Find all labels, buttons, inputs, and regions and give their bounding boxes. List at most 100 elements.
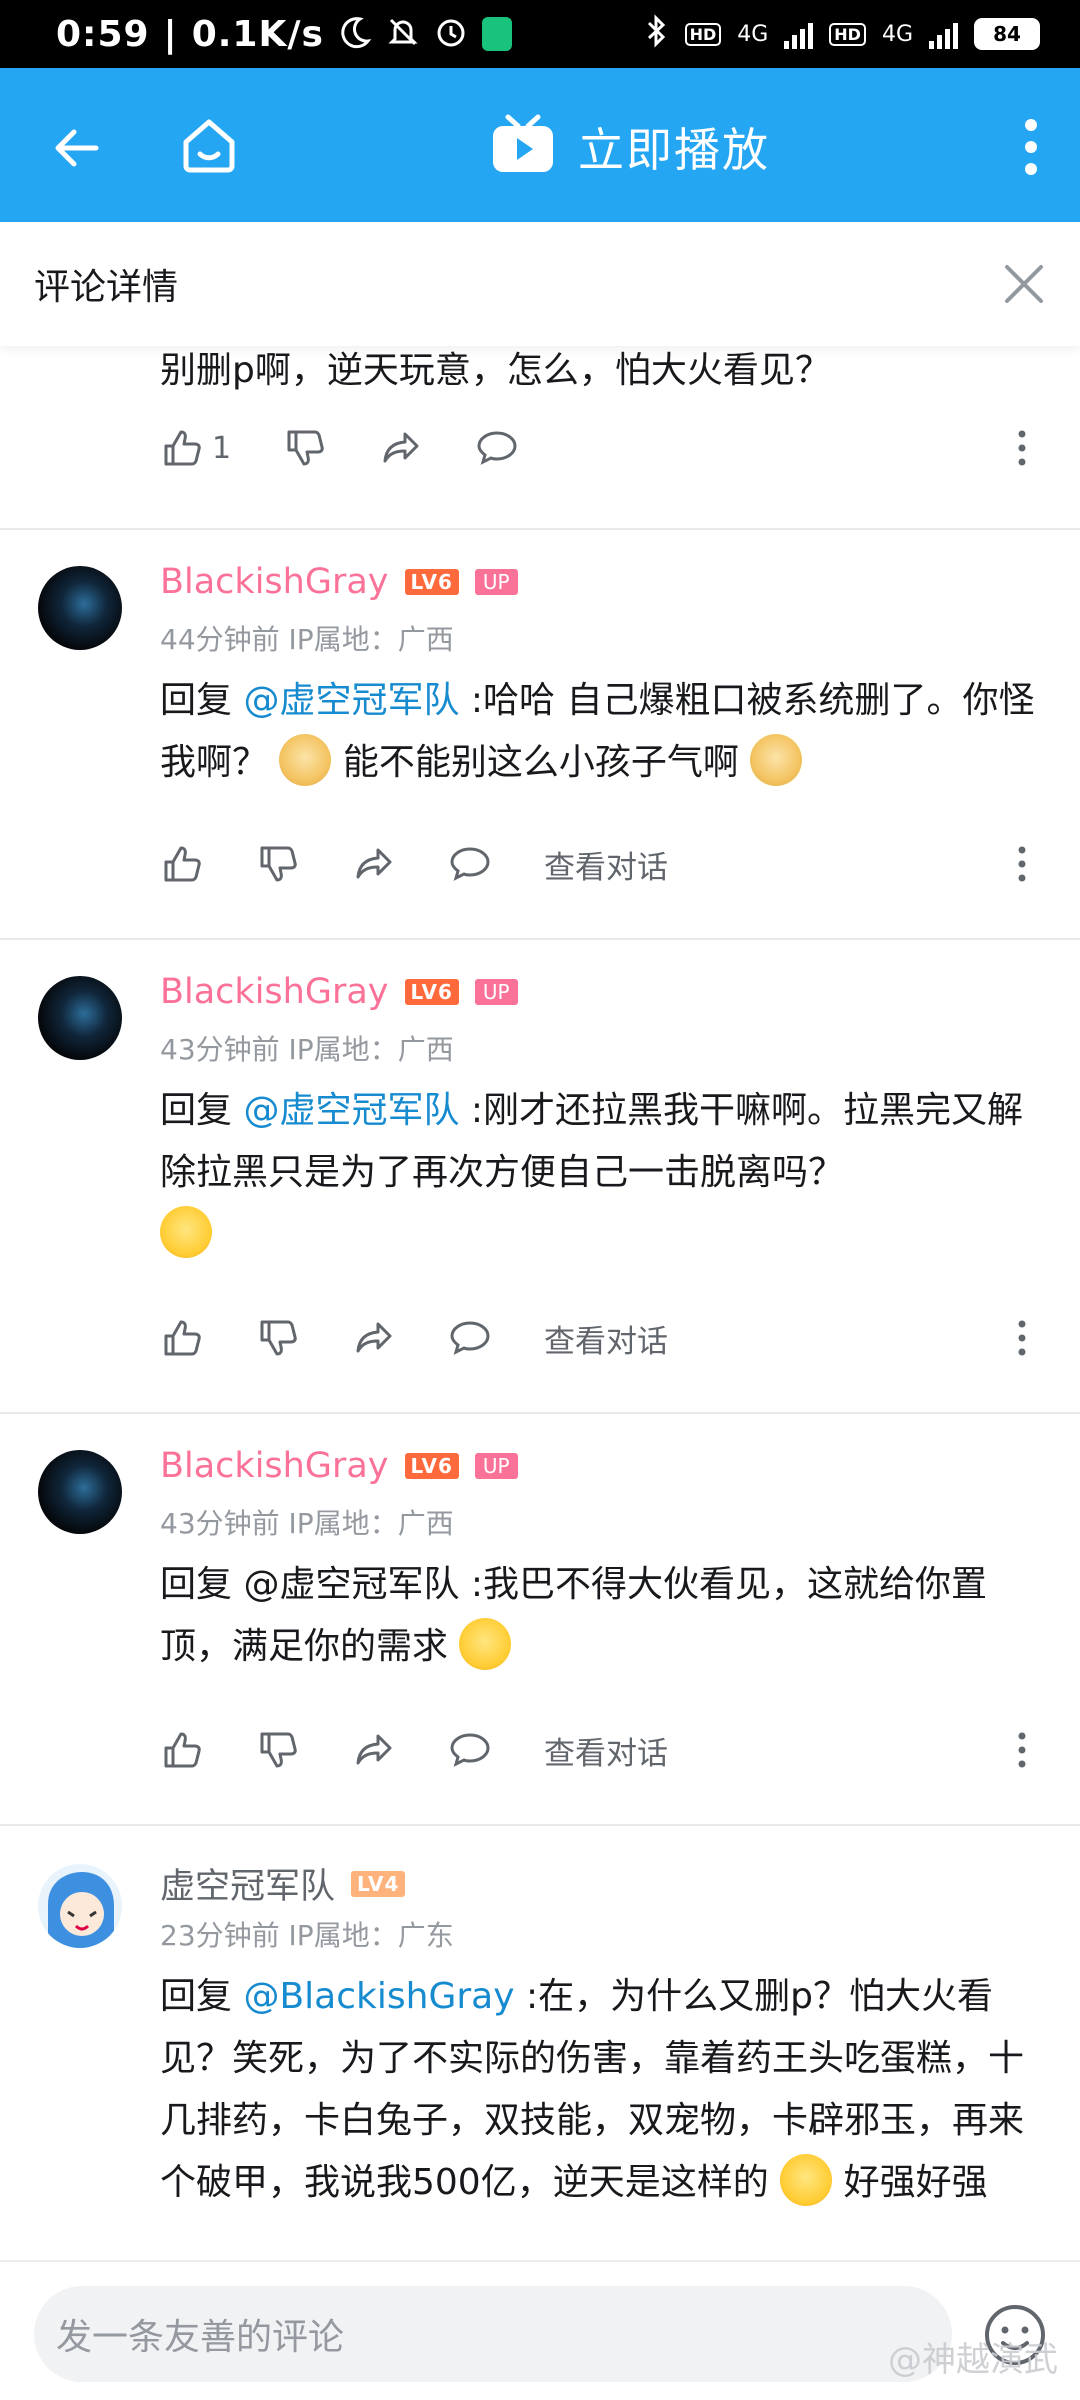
share-button[interactable] [352,1728,396,1772]
share-icon [383,432,419,463]
username[interactable]: BlackishGray [160,1446,389,1486]
hd-badge-1: HD [684,22,722,46]
username[interactable]: BlackishGray [160,562,389,602]
dislike-button[interactable] [256,842,300,886]
thumb-down-icon [260,1732,297,1768]
mention-link[interactable]: @虚空冠军队 [243,680,459,721]
thumb-down-icon [260,1320,297,1356]
comment-input[interactable]: 发一条友善的评论 [34,2286,952,2382]
avatar[interactable] [38,566,122,650]
comment-time: 44分钟前 [160,623,280,656]
level-badge: LV6 [404,569,459,595]
comment-text-part: 能不能别这么小孩子气啊 [342,742,739,783]
mention-link[interactable]: @虚空冠军队 [243,1090,459,1131]
reply-button[interactable] [448,1316,492,1360]
clock: 0:59 [56,13,150,55]
comment-item: 虚空冠军队 LV4 23分钟前 IP属地：广东 回复 @BlackishGray… [0,1826,1080,2260]
comment-time: 43分钟前 [160,1507,280,1540]
comment-text-part: 好强好强 [843,2162,988,2203]
like-button[interactable] [160,1316,204,1360]
battery-indicator: 84 [974,18,1040,50]
comment-more-button[interactable] [1000,1728,1044,1772]
comment-item: BlackishGray LV6 UP 43分钟前 IP属地：广西 回复 @虚空… [0,940,1080,1414]
share-icon [356,848,392,879]
share-button[interactable] [352,1316,396,1360]
comment-detail-bar: 评论详情 [0,222,1080,346]
username-row: BlackishGray LV6 UP [160,972,518,1012]
mute-bell-icon [386,15,420,53]
share-button[interactable] [379,426,423,470]
network-type-1: 4G [737,21,769,47]
more-vertical-icon [1018,1320,1026,1356]
reply-button[interactable] [448,1728,492,1772]
level-badge: LV4 [351,1870,406,1897]
comment-ip: IP属地：广西 [288,1507,454,1540]
avatar[interactable] [38,976,122,1060]
username-row: 虚空冠军队 LV4 [160,1858,406,1909]
comment-more-button[interactable] [1000,842,1044,886]
dislike-button[interactable] [256,1316,300,1360]
comment-time: 43分钟前 [160,1033,280,1066]
view-dialog-link[interactable]: 查看对话 [544,1316,668,1361]
reply-prefix: 回复 [160,1090,233,1131]
comment-more-button[interactable] [1000,1316,1044,1360]
watermark: @神越演武 [888,2340,1058,2380]
comment-ip: IP属地：广东 [288,1919,454,1952]
comment-item: 别删p啊，逆天玩意，怎么，怕大火看见？ 1 [0,346,1080,530]
shield-icon [481,17,512,51]
more-vertical-icon [1018,846,1026,882]
reply-prefix: 回复 [160,1976,233,2017]
avatar[interactable] [38,1864,122,1948]
comment-text: 回复 @BlackishGray :在，为什么又删p？怕大火看见？笑死，为了不实… [160,1966,1044,2214]
thumb-down-icon [287,430,324,466]
comment-meta: 23分钟前 IP属地：广东 [160,1914,454,1954]
home-icon[interactable] [178,114,240,176]
reply-button[interactable] [475,426,519,470]
share-icon [356,1734,392,1765]
comment-list[interactable]: 别删p啊，逆天玩意，怎么，怕大火看见？ 1 BlackishGray LV6 U… [0,346,1080,2260]
comment-meta: 43分钟前 IP属地：广西 [160,1028,454,1068]
mention-link[interactable]: @BlackishGray [243,1976,514,2017]
play-now-button[interactable]: 立即播放 [490,114,770,180]
comment-ip: IP属地：广西 [288,623,454,656]
share-button[interactable] [352,842,396,886]
view-dialog-link[interactable]: 查看对话 [544,1728,668,1773]
doge-emoji-icon [279,734,332,786]
comment-input-bar: 发一条友善的评论 @神越演武 [0,2260,1080,2400]
username[interactable]: 虚空冠军队 [160,1858,335,1909]
back-arrow-icon[interactable] [48,118,108,178]
status-separator: | [163,13,178,55]
like-button[interactable] [160,1728,204,1772]
dislike-button[interactable] [283,426,327,470]
comment-bubble-icon [450,1733,490,1767]
level-badge: LV6 [404,1453,459,1479]
alarm-icon [434,15,468,53]
hd-badge-2: HD [829,22,866,46]
comment-item: BlackishGray LV6 UP 43分钟前 IP属地：广西 回复 @虚空… [0,1414,1080,1826]
grin-emoji-icon [459,1618,512,1670]
comment-actions: 查看对话 [160,1720,1044,1780]
avatar[interactable] [38,1450,122,1534]
reply-prefix: 回复 [160,680,233,721]
view-dialog-link[interactable]: 查看对话 [544,842,668,887]
username[interactable]: BlackishGray [160,972,389,1012]
thumb-up-icon [164,1320,201,1356]
play-now-label: 立即播放 [578,123,770,177]
like-count: 1 [212,430,232,466]
comment-text: 别删p啊，逆天玩意，怎么，怕大火看见？ [160,350,831,391]
like-button[interactable]: 1 [160,426,231,470]
dislike-button[interactable] [256,1728,300,1772]
doge-emoji-icon [750,734,803,786]
close-icon[interactable] [1002,262,1046,306]
comment-actions: 查看对话 [160,834,1044,894]
reply-button[interactable] [448,842,492,886]
comment-time: 23分钟前 [160,1919,280,1952]
more-vertical-icon[interactable] [1024,118,1038,176]
comment-text: 回复 @虚空冠军队 :刚才还拉黑我干嘛啊。拉黑完又解除拉黑只是为了再次方便自己一… [160,1080,1044,1266]
up-badge: UP [474,979,518,1005]
like-button[interactable] [160,842,204,886]
thumb-up-icon [164,430,201,466]
grin-emoji-icon [160,1206,212,1258]
more-vertical-icon [1018,430,1026,466]
comment-more-button[interactable] [1000,426,1044,470]
